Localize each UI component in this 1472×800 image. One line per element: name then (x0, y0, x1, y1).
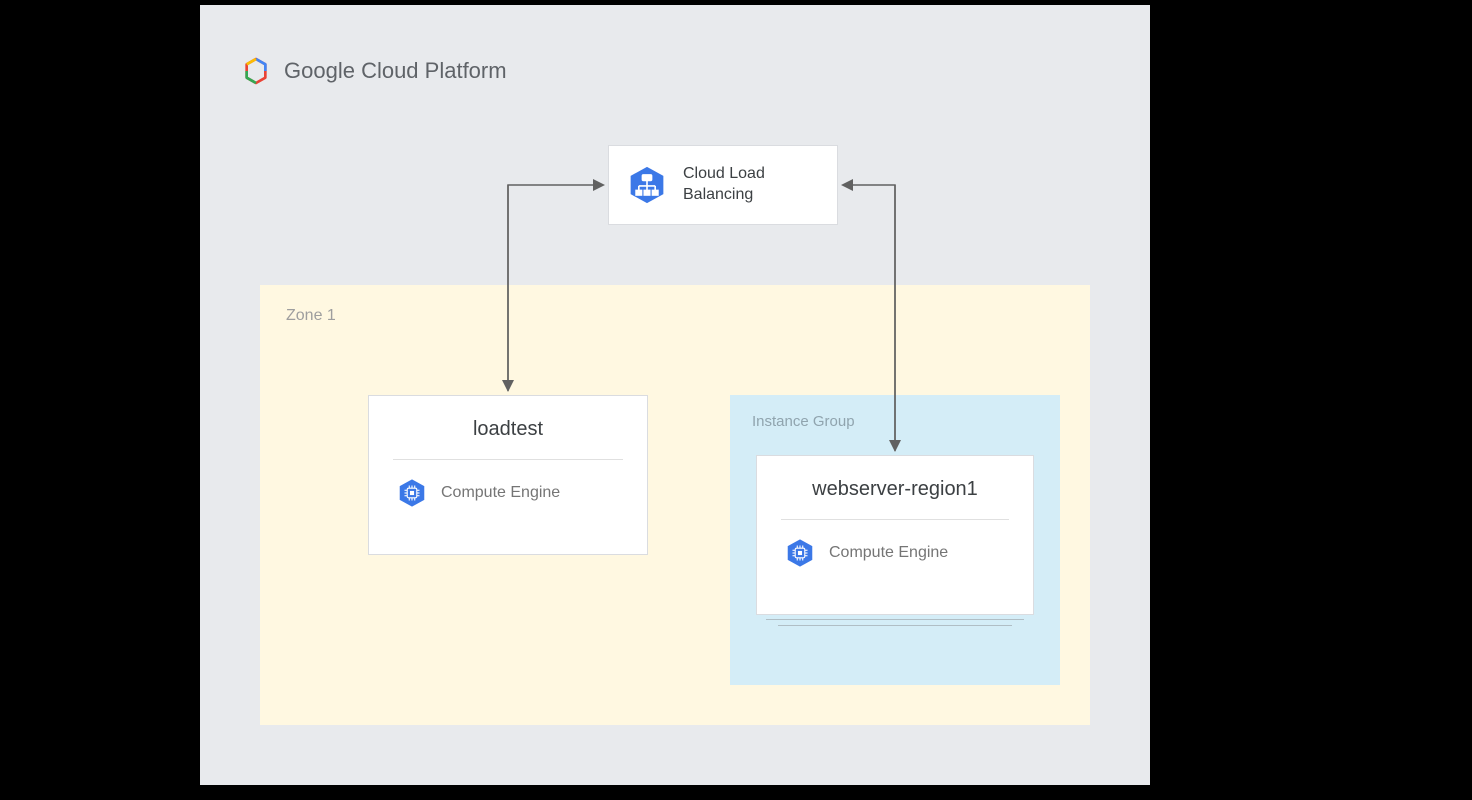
header-title: Google Cloud Platform (284, 58, 507, 84)
zone-label: Zone 1 (286, 307, 336, 325)
loadtest-title: loadtest (393, 418, 623, 459)
lb-label-line2: Balancing (683, 185, 765, 206)
gcp-logo-icon (240, 55, 272, 87)
compute-engine-icon (785, 538, 815, 568)
header-brand-light: Cloud Platform (355, 58, 507, 83)
webserver-engine-row: Compute Engine (781, 538, 1009, 568)
stack-indicator-line (766, 619, 1024, 620)
lb-label-line1: Cloud Load (683, 164, 765, 185)
loadtest-engine-row: Compute Engine (393, 478, 623, 508)
compute-engine-icon (397, 478, 427, 508)
cloud-load-balancing-node: Cloud Load Balancing (608, 145, 838, 225)
diagram-canvas: Google Cloud Platform Cl (200, 5, 1150, 785)
loadtest-node: loadtest Comp (368, 395, 648, 555)
loadtest-engine-label: Compute Engine (441, 484, 560, 502)
instance-group-container: Instance Group webserver-region1 (730, 395, 1060, 685)
webserver-title: webserver-region1 (781, 478, 1009, 519)
divider (781, 519, 1009, 520)
zone-container: Zone 1 loadtest (260, 285, 1090, 725)
gcp-header: Google Cloud Platform (240, 55, 507, 87)
header-brand-bold: Google (284, 58, 355, 83)
load-balancer-label: Cloud Load Balancing (683, 164, 765, 206)
divider (393, 459, 623, 460)
load-balancer-icon (627, 165, 667, 205)
webserver-node: webserver-region1 (756, 455, 1034, 615)
stack-indicator-line (778, 625, 1012, 626)
webserver-engine-label: Compute Engine (829, 544, 948, 562)
instance-group-label: Instance Group (752, 413, 855, 430)
